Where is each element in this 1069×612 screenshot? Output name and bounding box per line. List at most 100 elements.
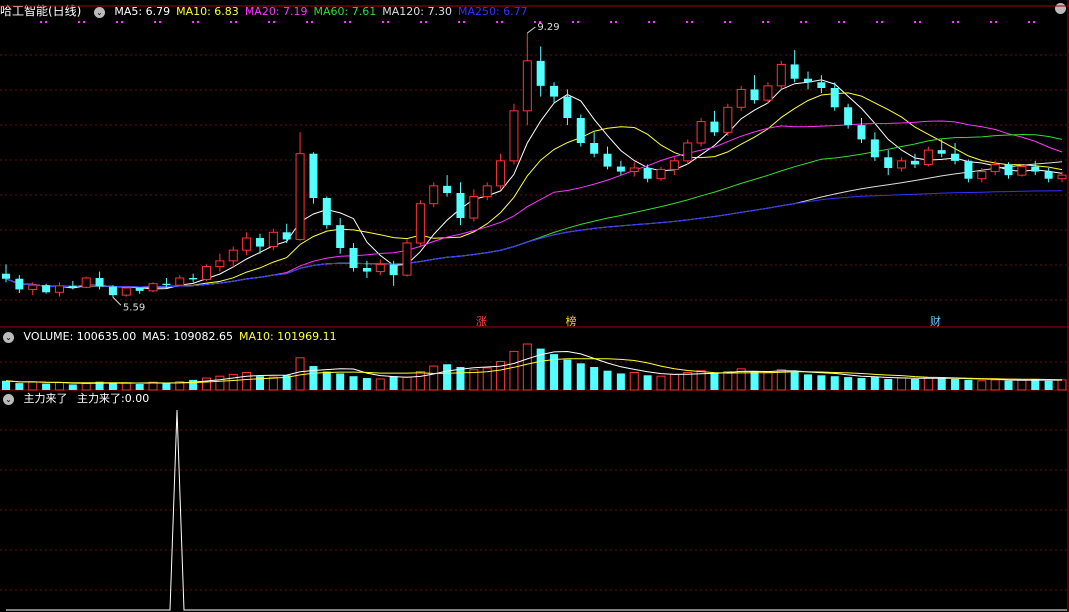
volume-bar	[790, 371, 799, 390]
signal-dot	[306, 21, 308, 23]
volume-bar	[68, 384, 77, 390]
volume-bar	[563, 359, 572, 390]
volume-bar	[590, 367, 599, 390]
signal-dot	[1028, 21, 1030, 23]
volume-bar	[1057, 379, 1067, 391]
candle-body	[576, 118, 585, 143]
volume-bar	[844, 377, 853, 390]
volume-bar	[349, 376, 358, 390]
signal-dot	[154, 21, 156, 23]
candle-body	[1004, 164, 1013, 176]
signal-dot	[159, 21, 161, 23]
volume-bar	[1017, 379, 1027, 391]
candle-body	[710, 121, 719, 133]
candle-body	[536, 60, 545, 86]
candle-body	[990, 163, 1000, 173]
candle-body	[469, 196, 479, 219]
high-price-label: 9.29	[537, 22, 559, 33]
signal-dot	[230, 21, 232, 23]
candle-body	[415, 203, 425, 244]
candle-body	[201, 266, 212, 280]
candle-body	[162, 283, 171, 286]
candle-body	[603, 153, 612, 167]
volume-bar	[897, 377, 907, 391]
chart-canvas[interactable]: 9.29 5.59 涨 榜 财	[0, 0, 1069, 612]
candle-body	[54, 285, 64, 293]
candle-body	[42, 285, 51, 293]
candle-body	[590, 143, 599, 154]
candle-body	[629, 167, 639, 173]
candle-body	[923, 149, 933, 165]
signal-dot	[914, 21, 916, 23]
volume-bar	[683, 372, 693, 391]
candle-body	[282, 232, 291, 240]
candle-body	[656, 168, 666, 180]
low-label-leader	[112, 296, 122, 306]
volume-bar	[990, 379, 1000, 391]
signal-dot	[501, 21, 503, 23]
signal-dot	[610, 21, 612, 23]
signal-dot	[572, 21, 574, 23]
volume-bar	[336, 373, 345, 390]
event-marker: 涨	[476, 315, 487, 328]
signal-dot	[919, 21, 921, 23]
candle-body	[121, 287, 131, 296]
volume-bar	[135, 384, 144, 390]
volume-bar	[268, 376, 278, 391]
signal-dot	[876, 21, 878, 23]
volume-bar	[28, 381, 38, 391]
candle-body	[1057, 174, 1067, 180]
signal-dot	[800, 21, 802, 23]
candle-body	[844, 107, 853, 126]
signal-dot	[534, 21, 536, 23]
stock-chart-app: 哈工智能(日线) ⌄ MA5: 6.79 MA10: 6.83 MA20: 7.19…	[0, 0, 1069, 612]
signal-dot	[843, 21, 845, 23]
candle-body	[804, 78, 813, 83]
candle-body	[242, 237, 252, 251]
candle-body	[108, 286, 117, 296]
candle-body	[496, 160, 506, 187]
signal-dot	[1033, 21, 1035, 23]
candle-body	[189, 278, 198, 280]
candle-body	[750, 89, 759, 101]
volume-bar	[669, 373, 679, 391]
volume-bar	[228, 373, 238, 391]
candle-body	[255, 238, 264, 247]
volume-bar	[54, 382, 64, 391]
candle-body	[857, 125, 866, 140]
signal-dot	[577, 21, 579, 23]
event-marker: 榜	[566, 314, 577, 328]
candle-body	[268, 231, 278, 248]
volume-bar	[629, 372, 639, 391]
volume-bar	[750, 371, 759, 390]
volume-bar	[509, 350, 519, 391]
volume-bar	[42, 383, 51, 390]
volume-bar	[857, 378, 866, 390]
candle-body	[951, 153, 960, 161]
candle-body	[402, 242, 412, 276]
volume-bar	[723, 371, 733, 391]
volume-bar	[121, 382, 131, 391]
volume-bar	[215, 375, 225, 391]
volume-bar	[923, 377, 933, 391]
volume-bar	[389, 376, 398, 390]
candle-body	[375, 263, 385, 273]
volume-bar	[817, 375, 826, 390]
signal-dot	[78, 21, 80, 23]
candle-body	[522, 60, 532, 112]
candle-body	[429, 185, 439, 205]
volume-bar	[1, 380, 11, 390]
volume-bar	[951, 378, 960, 390]
volume-bar	[870, 377, 879, 390]
signal-dot	[83, 21, 85, 23]
candle-body	[349, 248, 358, 268]
candle-body	[362, 268, 371, 272]
volume-bar	[964, 379, 973, 390]
candle-body	[482, 185, 492, 198]
signal-dot	[40, 21, 42, 23]
candle-body	[897, 160, 907, 169]
volume-bar	[1044, 380, 1053, 390]
signal-dot	[805, 21, 807, 23]
volume-bar	[201, 377, 212, 391]
volume-bar	[977, 380, 987, 391]
